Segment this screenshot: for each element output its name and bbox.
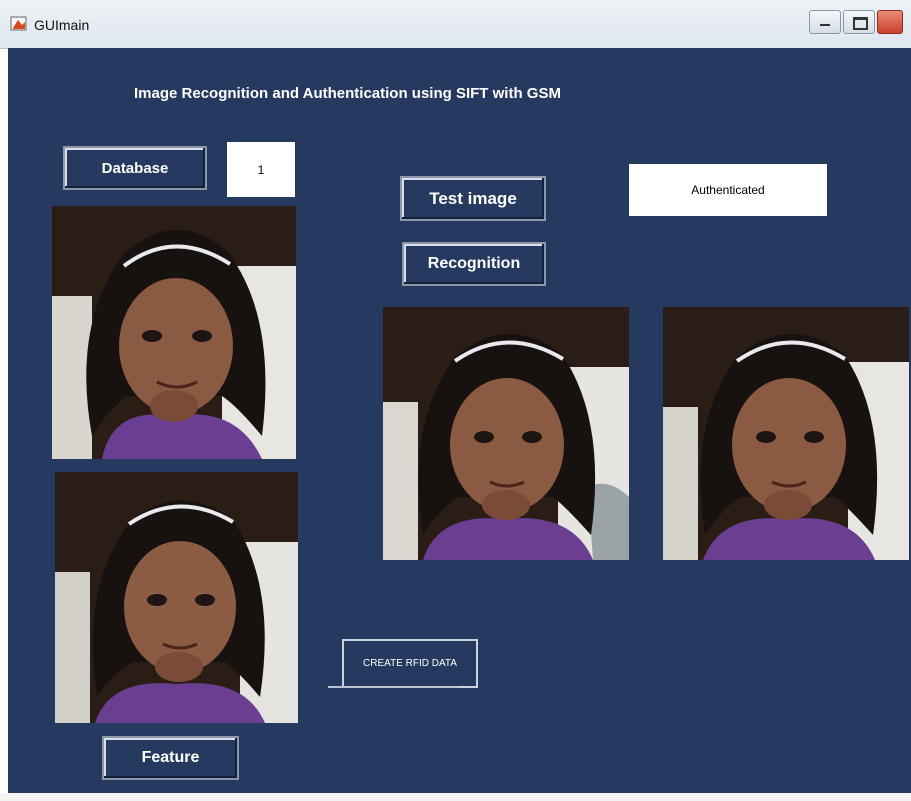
authentication-status-field: Authenticated	[629, 164, 827, 216]
database-button[interactable]: Database	[63, 146, 207, 190]
database-image	[52, 206, 296, 459]
database-index-field[interactable]: 1	[227, 142, 295, 197]
window-title: GUImain	[34, 17, 90, 33]
window-bottom-edge	[0, 793, 911, 801]
window-controls	[807, 10, 903, 34]
title-bar: GUImain	[0, 0, 911, 49]
test-image	[383, 307, 629, 560]
recognition-button[interactable]: Recognition	[402, 242, 546, 286]
test-image-button[interactable]: Test image	[400, 176, 546, 221]
recognized-image	[663, 307, 909, 560]
feature-image	[55, 472, 298, 723]
create-rfid-data-button[interactable]: CREATE RFID DATA	[342, 639, 478, 688]
minimize-icon[interactable]	[809, 10, 841, 34]
button-underline	[328, 686, 458, 688]
page-title: Image Recognition and Authentication usi…	[134, 85, 561, 102]
matlab-figure-icon	[10, 16, 27, 31]
close-icon[interactable]	[877, 10, 903, 34]
maximize-icon[interactable]	[843, 10, 875, 34]
guimain-window: GUImain Image Recognition and Authentica…	[0, 0, 911, 801]
feature-button[interactable]: Feature	[102, 736, 239, 780]
